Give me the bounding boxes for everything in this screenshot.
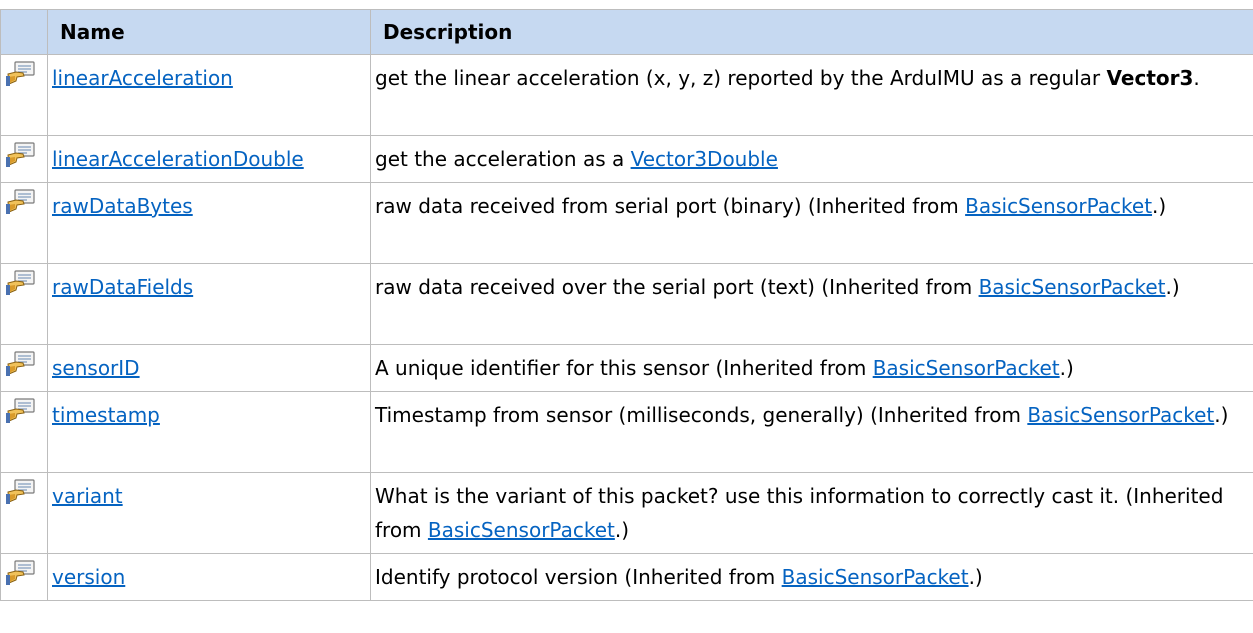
member-link-sensorID[interactable]: sensorID — [52, 356, 140, 380]
description-suffix: .) — [615, 518, 629, 542]
table-row: linearAccelerationDouble get the acceler… — [1, 136, 1253, 183]
description-suffix: .) — [1060, 356, 1074, 380]
icon-cell — [1, 55, 48, 136]
table-row: rawDataBytes raw data received from seri… — [1, 183, 1253, 264]
inherited-link-basicsensorpacket[interactable]: BasicSensorPacket — [428, 518, 615, 542]
description-suffix: .) — [969, 565, 983, 589]
description-text: get the acceleration as a — [375, 147, 631, 171]
description-cell: raw data received from serial port (bina… — [371, 183, 1253, 264]
name-cell: variant — [48, 473, 371, 554]
property-icon — [5, 396, 37, 426]
icon-cell — [1, 264, 48, 345]
name-cell: version — [48, 554, 371, 601]
member-link-variant[interactable]: variant — [52, 484, 123, 508]
property-icon — [5, 187, 37, 217]
description-bold: Vector3 — [1107, 66, 1194, 90]
members-table: Name Description linearAcceleration get … — [0, 9, 1253, 601]
table-row: timestamp Timestamp from sensor (millise… — [1, 392, 1253, 473]
inherited-link-basicsensorpacket[interactable]: BasicSensorPacket — [873, 356, 1060, 380]
icon-cell — [1, 473, 48, 554]
inherited-link-basicsensorpacket[interactable]: BasicSensorPacket — [1027, 403, 1214, 427]
icon-cell — [1, 554, 48, 601]
name-cell: rawDataBytes — [48, 183, 371, 264]
name-cell: timestamp — [48, 392, 371, 473]
inherited-link-basicsensorpacket[interactable]: BasicSensorPacket — [979, 275, 1166, 299]
description-cell: A unique identifier for this sensor (Inh… — [371, 345, 1253, 392]
name-cell: linearAcceleration — [48, 55, 371, 136]
type-link-vector3double[interactable]: Vector3Double — [631, 147, 778, 171]
member-link-rawDataBytes[interactable]: rawDataBytes — [52, 194, 193, 218]
table-row: linearAcceleration get the linear accele… — [1, 55, 1253, 136]
description-text: Identify protocol version (Inherited fro… — [375, 565, 782, 589]
property-icon — [5, 349, 37, 379]
description-cell: get the linear acceleration (x, y, z) re… — [371, 55, 1253, 136]
icon-cell — [1, 345, 48, 392]
description-cell: Identify protocol version (Inherited fro… — [371, 554, 1253, 601]
member-link-linearAccelerationDouble[interactable]: linearAccelerationDouble — [52, 147, 304, 171]
table-row: rawDataFields raw data received over the… — [1, 264, 1253, 345]
member-link-linearAcceleration[interactable]: linearAcceleration — [52, 66, 233, 90]
description-text: A unique identifier for this sensor (Inh… — [375, 356, 873, 380]
description-suffix: .) — [1214, 403, 1228, 427]
description-text: raw data received over the serial port (… — [375, 275, 979, 299]
inherited-link-basicsensorpacket[interactable]: BasicSensorPacket — [965, 194, 1152, 218]
property-icon — [5, 59, 37, 89]
description-cell: Timestamp from sensor (milliseconds, gen… — [371, 392, 1253, 473]
table-row: sensorID A unique identifier for this se… — [1, 345, 1253, 392]
member-link-rawDataFields[interactable]: rawDataFields — [52, 275, 193, 299]
header-row: Name Description — [1, 10, 1253, 55]
header-icon-column — [1, 10, 48, 55]
icon-cell — [1, 136, 48, 183]
property-icon — [5, 477, 37, 507]
description-suffix: .) — [1166, 275, 1180, 299]
name-cell: rawDataFields — [48, 264, 371, 345]
icon-cell — [1, 392, 48, 473]
icon-cell — [1, 183, 48, 264]
header-description: Description — [371, 10, 1253, 55]
header-name: Name — [48, 10, 371, 55]
description-cell: get the acceleration as a Vector3Double — [371, 136, 1253, 183]
member-link-version[interactable]: version — [52, 565, 125, 589]
name-cell: linearAccelerationDouble — [48, 136, 371, 183]
table-row: variant What is the variant of this pack… — [1, 473, 1253, 554]
name-cell: sensorID — [48, 345, 371, 392]
property-icon — [5, 268, 37, 298]
description-text: get the linear acceleration (x, y, z) re… — [375, 66, 1107, 90]
description-suffix: . — [1193, 66, 1199, 90]
description-text: raw data received from serial port (bina… — [375, 194, 965, 218]
description-text: Timestamp from sensor (milliseconds, gen… — [375, 403, 1027, 427]
description-cell: raw data received over the serial port (… — [371, 264, 1253, 345]
inherited-link-basicsensorpacket[interactable]: BasicSensorPacket — [782, 565, 969, 589]
description-cell: What is the variant of this packet? use … — [371, 473, 1253, 554]
description-suffix: .) — [1152, 194, 1166, 218]
table-row: version Identify protocol version (Inher… — [1, 554, 1253, 601]
member-link-timestamp[interactable]: timestamp — [52, 403, 160, 427]
property-icon — [5, 558, 37, 588]
property-icon — [5, 140, 37, 170]
